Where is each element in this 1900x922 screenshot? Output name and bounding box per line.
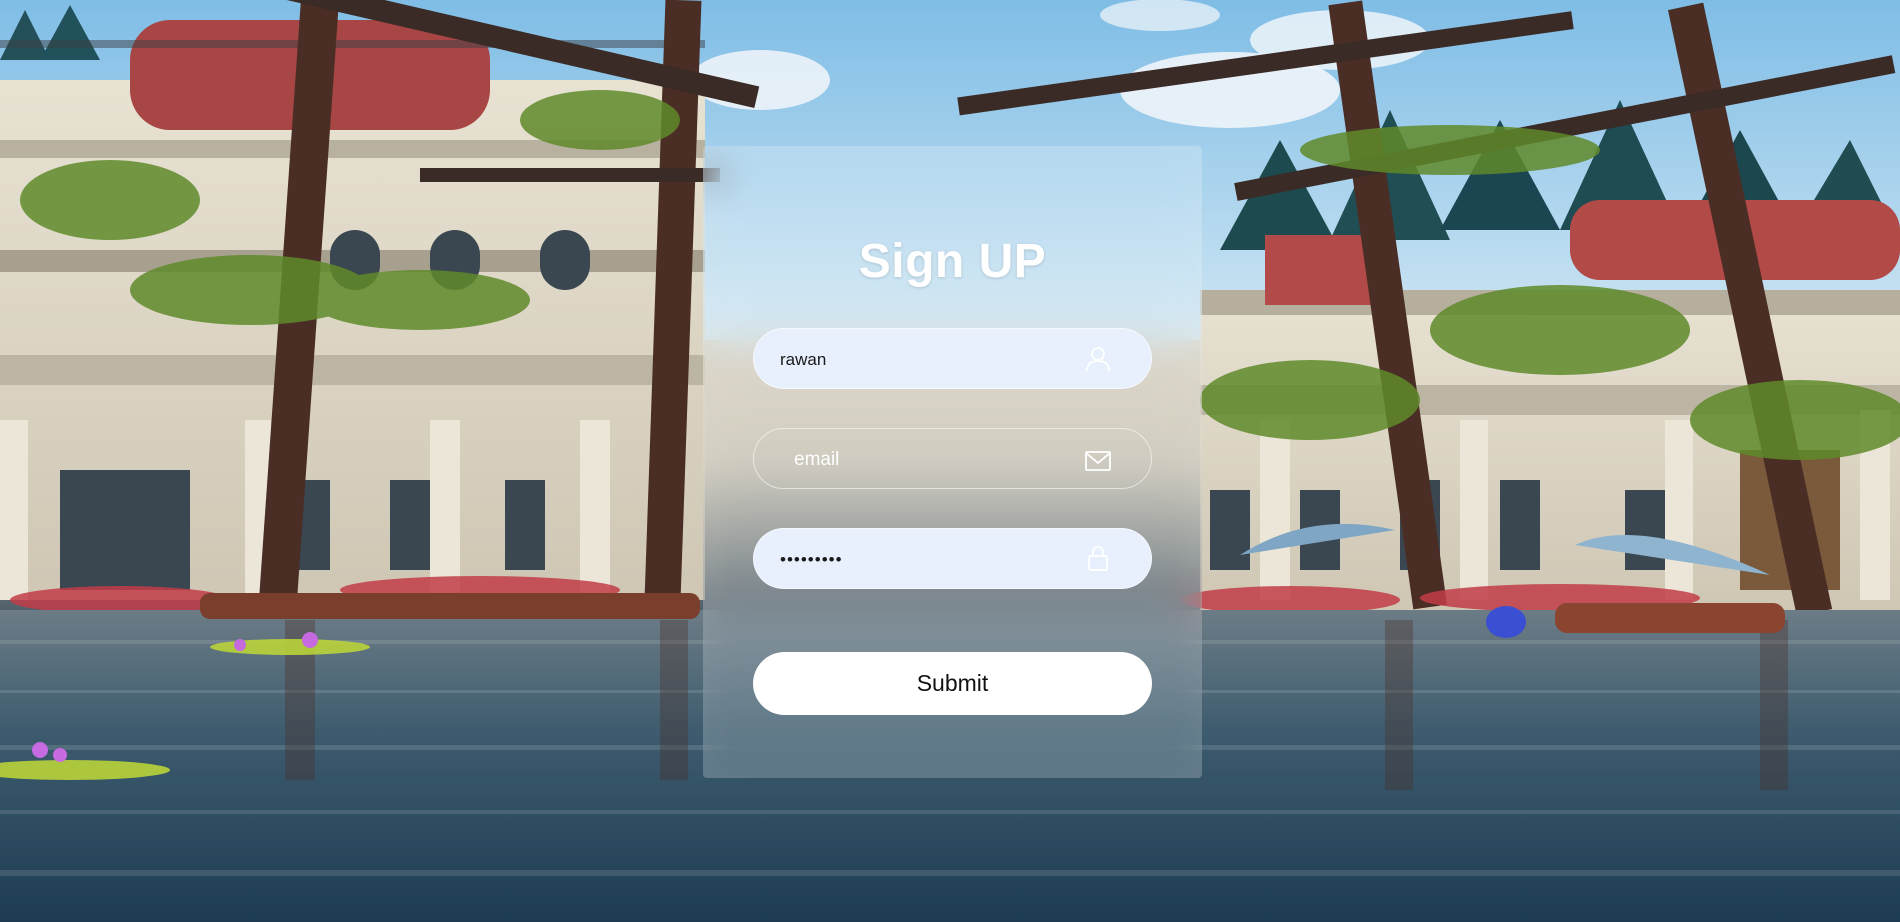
password-masked-value: ••••••••• <box>780 550 843 569</box>
form-title: Sign UP <box>858 235 1047 288</box>
mail-icon <box>1085 451 1111 471</box>
username-value: rawan <box>780 350 827 369</box>
email-field[interactable]: email <box>753 428 1152 489</box>
submit-button[interactable]: Submit <box>753 652 1152 715</box>
lock-icon <box>1088 546 1108 571</box>
signup-form-panel: Sign UP rawan email ••••••••• Submit <box>703 146 1202 778</box>
user-icon <box>1086 347 1110 372</box>
background-scene: Sign UP rawan email ••••••••• Submit <box>0 0 1900 922</box>
username-field[interactable]: rawan <box>753 328 1152 389</box>
email-placeholder: email <box>794 449 840 470</box>
password-field[interactable]: ••••••••• <box>753 528 1152 589</box>
